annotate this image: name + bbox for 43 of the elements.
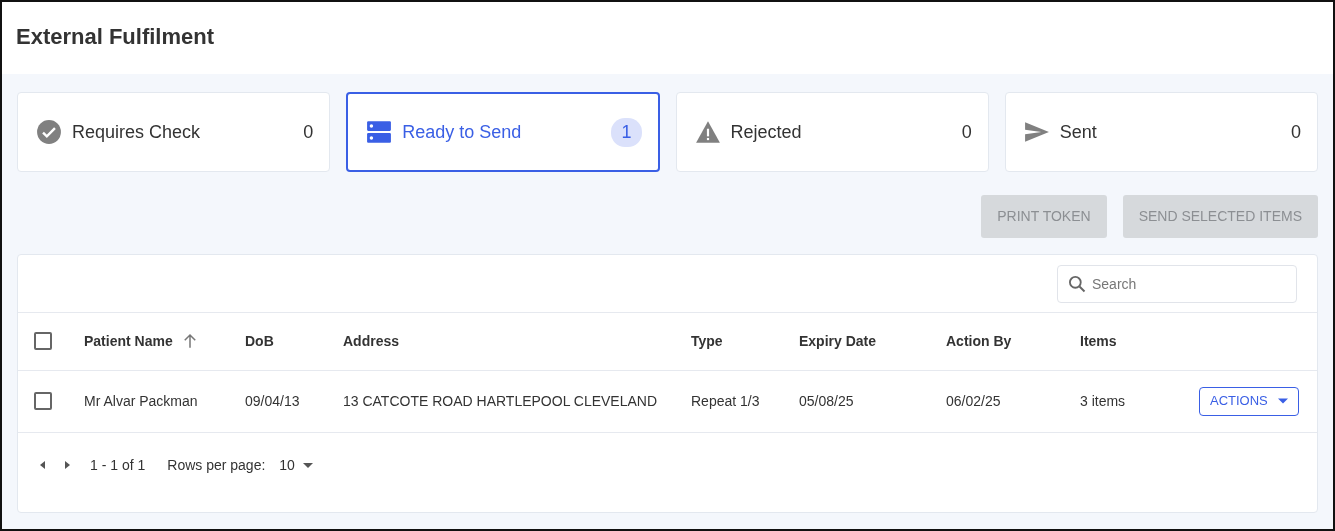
column-header[interactable]: Patient Name bbox=[84, 330, 199, 352]
status-tab[interactable]: Requires Check 0 bbox=[17, 92, 331, 172]
tab-label: Ready to Send bbox=[402, 120, 523, 144]
warning-icon bbox=[694, 119, 721, 145]
previous-page-icon[interactable] bbox=[38, 459, 48, 471]
search-icon bbox=[1067, 274, 1087, 294]
count-label: 0 bbox=[961, 120, 972, 144]
rows-per-page-select[interactable]: 10 bbox=[279, 454, 313, 476]
status-tab[interactable]: Rejected 0 bbox=[675, 92, 989, 172]
table-cell: 09/04/13 bbox=[245, 392, 300, 409]
caret-icon bbox=[302, 462, 313, 468]
search-field[interactable]: Search bbox=[1057, 265, 1297, 303]
column-header[interactable]: Expiry Date bbox=[799, 330, 877, 352]
count-label: 0 bbox=[303, 120, 314, 144]
caret-icon bbox=[1277, 398, 1288, 404]
table-cell: Repeat 1/3 bbox=[691, 392, 760, 409]
column-header[interactable]: DoB bbox=[245, 330, 274, 352]
tab-label: Rejected bbox=[730, 120, 803, 144]
count-badge: 1 bbox=[611, 117, 642, 147]
send-icon bbox=[1023, 119, 1050, 145]
checkbox[interactable] bbox=[34, 392, 52, 410]
table-cell: 05/08/25 bbox=[799, 392, 854, 409]
column-header[interactable]: Action By bbox=[946, 330, 1012, 352]
page-range: 1 - 1 of 1 bbox=[90, 455, 146, 475]
next-page-icon[interactable] bbox=[62, 459, 72, 471]
table-cell: 3 items bbox=[1080, 392, 1126, 409]
tab-label: Sent bbox=[1059, 120, 1098, 144]
column-header[interactable]: Items bbox=[1080, 330, 1117, 352]
tab-label: Requires Check bbox=[72, 120, 202, 144]
table-cell: Mr Alvar Packman bbox=[84, 392, 198, 409]
column-header[interactable]: Address bbox=[343, 330, 400, 352]
table-cell: 13 CATCOTE ROAD HARTLEPOOL CLEVELAND bbox=[343, 392, 658, 409]
rows-per-page-label: Rows per page: bbox=[167, 455, 266, 475]
actions-button[interactable]: ACTIONS bbox=[1199, 386, 1299, 416]
server-icon bbox=[366, 119, 393, 145]
status-tab[interactable]: Sent 0 bbox=[1004, 92, 1318, 172]
page-title: External Fulfilment bbox=[16, 23, 216, 51]
column-header[interactable]: Type bbox=[691, 330, 723, 352]
table-cell: 06/02/25 bbox=[946, 392, 1001, 409]
checkbox[interactable] bbox=[34, 332, 52, 351]
count-label: 0 bbox=[1291, 120, 1301, 144]
status-tab[interactable]: Ready to Send 1 bbox=[346, 92, 660, 172]
check-circle-icon bbox=[36, 119, 62, 145]
